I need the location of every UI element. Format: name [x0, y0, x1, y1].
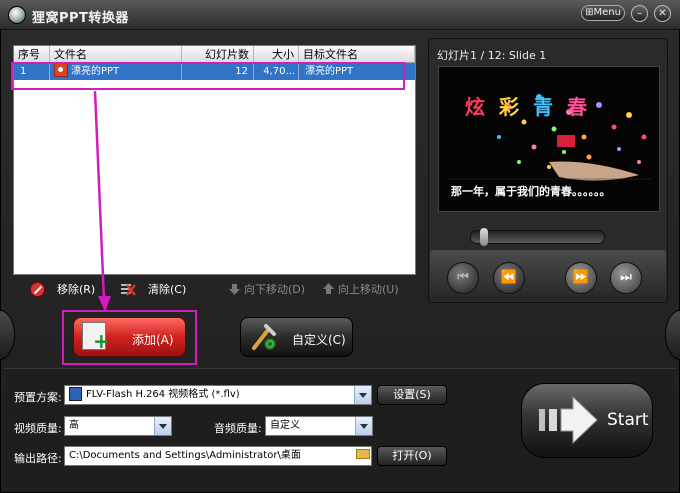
remove-icon[interactable]	[30, 282, 45, 297]
audio-quality-value: 自定义	[270, 420, 300, 431]
preset-select[interactable]: FLV-Flash H.264 视频格式 (*.flv)	[64, 385, 372, 405]
window-title: 狸窝PPT转换器	[32, 11, 129, 26]
slide-preview: 炫彩青春 那一年，属于我们的青春。。。。。。	[438, 66, 660, 212]
slide-caption: 那一年，属于我们的青春。。。。。。	[451, 185, 611, 198]
move-up-button[interactable]: 向上移动(U)	[338, 282, 399, 298]
format-icon	[69, 387, 82, 401]
video-quality-value: 高	[69, 420, 79, 431]
column-size[interactable]: 大小	[254, 46, 299, 63]
chevron-down-icon[interactable]	[354, 386, 371, 404]
slide-heading-char: 彩	[499, 95, 533, 119]
menu-label: Menu	[593, 7, 621, 18]
output-path-label: 输出路径:	[14, 452, 62, 465]
tools-icon	[252, 324, 276, 350]
folder-icon[interactable]	[356, 449, 370, 459]
clear-icon[interactable]	[120, 282, 136, 297]
add-file-icon	[82, 322, 110, 351]
settings-button[interactable]: 设置(S)	[377, 385, 447, 405]
audio-quality-select[interactable]: 自定义	[265, 416, 373, 436]
file-list-header: 序号 文件名 幻灯片数 大小 目标文件名	[14, 46, 415, 63]
row-highlight-annotation	[11, 62, 405, 90]
minimize-button[interactable]: –	[631, 5, 648, 22]
skip-back-icon: ⏮	[457, 270, 469, 285]
slide-heading-char: 炫	[465, 95, 499, 119]
custom-button-label: 自定义(C)	[292, 333, 346, 347]
menu-button[interactable]: ⊞Menu	[581, 5, 625, 21]
last-slide-button[interactable]: ⏭	[610, 262, 642, 294]
skip-forward-icon: ⏭	[620, 270, 632, 285]
video-quality-select[interactable]: 高	[64, 416, 172, 436]
slide-heading: 炫彩青春	[465, 91, 601, 120]
rewind-icon: ⏪	[500, 270, 518, 285]
slide-heading-char: 青	[533, 95, 567, 119]
chevron-down-icon[interactable]	[355, 417, 372, 435]
start-arrow-icon	[539, 395, 598, 445]
remove-button[interactable]: 移除(R)	[57, 282, 95, 298]
chevron-down-icon[interactable]	[154, 417, 171, 435]
close-button[interactable]: ✕	[654, 5, 671, 22]
audio-quality-label: 音频质量:	[214, 422, 262, 435]
output-path-field[interactable]: C:\Documents and Settings\Administrator\…	[64, 446, 372, 466]
preset-label: 预置方案:	[14, 391, 62, 404]
clear-button[interactable]: 清除(C)	[148, 282, 186, 298]
column-target-filename[interactable]: 目标文件名	[299, 46, 415, 63]
playback-slider[interactable]	[470, 230, 605, 244]
app-logo-icon	[8, 6, 26, 24]
video-quality-label: 视频质量:	[14, 422, 62, 435]
output-path-value: C:\Documents and Settings\Administrator\…	[69, 450, 301, 461]
move-down-icon	[229, 284, 240, 295]
column-index[interactable]: 序号	[14, 46, 50, 63]
column-filename[interactable]: 文件名	[50, 46, 182, 63]
playback-slider-handle[interactable]	[479, 228, 488, 246]
move-up-icon	[323, 283, 334, 294]
fast-forward-icon: ⏩	[572, 270, 590, 285]
first-slide-button[interactable]: ⏮	[447, 262, 479, 294]
preview-title: 幻灯片1 / 12: Slide 1	[437, 49, 547, 62]
add-button-label: 添加(A)	[132, 333, 174, 347]
start-button-label: Start	[607, 410, 649, 430]
previous-slide-button[interactable]: ⏪	[493, 262, 525, 294]
open-folder-button[interactable]: 打开(O)	[377, 446, 447, 466]
preset-value: FLV-Flash H.264 视频格式 (*.flv)	[86, 389, 240, 400]
slide-heading-char: 春	[567, 95, 601, 119]
column-slide-count[interactable]: 幻灯片数	[182, 46, 254, 63]
next-slide-button[interactable]: ⏩	[565, 262, 597, 294]
move-down-button[interactable]: 向下移动(D)	[244, 282, 305, 298]
